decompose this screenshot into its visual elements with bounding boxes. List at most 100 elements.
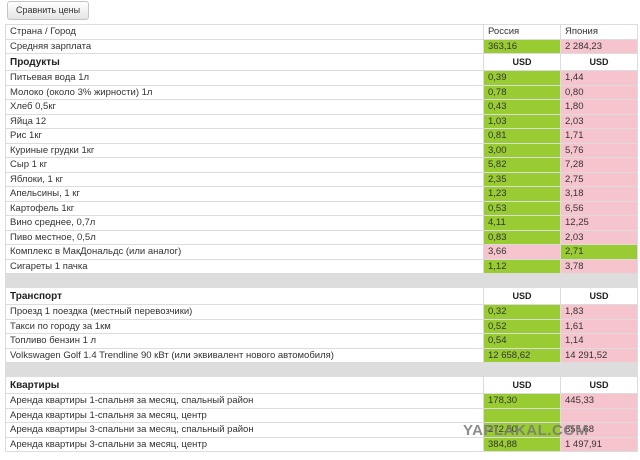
row-value-1: 384,88 bbox=[483, 436, 561, 452]
salary-value-2: 2 284,23 bbox=[560, 38, 638, 54]
section-currency-1: USD bbox=[483, 287, 561, 305]
row-label: Volkswagen Golf 1.4 Trendline 90 кВт (ил… bbox=[5, 347, 484, 363]
row-label: Куриные грудки 1кг bbox=[5, 142, 484, 158]
row-label: Топливо бензин 1 л bbox=[5, 333, 484, 349]
row-value-1: 3,00 bbox=[483, 142, 561, 158]
header-country-1: Россия bbox=[483, 24, 561, 40]
row-value-1: 1,03 bbox=[483, 113, 561, 129]
row-label: Аренда квартиры 3-спальни за месяц, цент… bbox=[5, 436, 484, 452]
row-value-1: 1,12 bbox=[483, 258, 561, 274]
table-row: Проезд 1 поездка (местный перевозчики) 0,… bbox=[5, 304, 638, 320]
toolbar: Сравнить цены bbox=[0, 0, 640, 22]
row-value-2: 1,61 bbox=[560, 318, 638, 334]
row-label: Комплекс в МакДональдс (или аналог) bbox=[5, 244, 484, 260]
row-value-2: 6,56 bbox=[560, 200, 638, 216]
section-currency-2: USD bbox=[560, 287, 638, 305]
row-value-2: 2,71 bbox=[560, 244, 638, 260]
row-label: Вино среднее, 0,7л bbox=[5, 215, 484, 231]
row-value-2: 7,28 bbox=[560, 157, 638, 173]
row-value-1: 0,54 bbox=[483, 333, 561, 349]
salary-value-1: 363,16 bbox=[483, 38, 561, 54]
table-row: Аренда квартиры 3-спальни за месяц, цент… bbox=[5, 436, 638, 452]
table-row: Рис 1кг 0,81 1,71 bbox=[5, 128, 638, 144]
watermark: YAPLAKAL.COM bbox=[463, 422, 589, 439]
table-row: Куриные грудки 1кг 3,00 5,76 bbox=[5, 142, 638, 158]
table-row: Пиво местное, 0,5л 0,83 2,03 bbox=[5, 229, 638, 245]
section-spacer bbox=[5, 362, 638, 377]
spacer-cell bbox=[483, 273, 561, 288]
section-currency-1: USD bbox=[483, 376, 561, 394]
table-row: Питьевая вода 1л 0,39 1,44 bbox=[5, 70, 638, 86]
row-label: Питьевая вода 1л bbox=[5, 70, 484, 86]
section-spacer bbox=[5, 273, 638, 288]
row-value-2: 2,03 bbox=[560, 229, 638, 245]
table-row: Апельсины, 1 кг 1,23 3,18 bbox=[5, 186, 638, 202]
row-value-1: 0,81 bbox=[483, 128, 561, 144]
section-currency-2: USD bbox=[560, 53, 638, 71]
row-value-2: 12,25 bbox=[560, 215, 638, 231]
row-label: Апельсины, 1 кг bbox=[5, 186, 484, 202]
row-value-2: 3,18 bbox=[560, 186, 638, 202]
row-value-1: 1,23 bbox=[483, 186, 561, 202]
row-value-2: 14 291,52 bbox=[560, 347, 638, 363]
row-value-2: 445,33 bbox=[560, 393, 638, 409]
table-row: Топливо бензин 1 л 0,54 1,14 bbox=[5, 333, 638, 349]
salary-label: Средняя зарплата bbox=[5, 38, 484, 54]
row-value-1: 0,32 bbox=[483, 304, 561, 320]
table-row: Картофель 1кг 0,53 6,56 bbox=[5, 200, 638, 216]
spacer-cell bbox=[5, 273, 484, 288]
table-row: Вино среднее, 0,7л 4,11 12,25 bbox=[5, 215, 638, 231]
table-row: Сигареты 1 пачка 1,12 3,78 bbox=[5, 258, 638, 274]
row-value-1: 0,78 bbox=[483, 84, 561, 100]
row-value-2: 2,03 bbox=[560, 113, 638, 129]
row-value-1: 0,39 bbox=[483, 70, 561, 86]
spacer-cell bbox=[560, 362, 638, 377]
row-label: Такси по городу за 1км bbox=[5, 318, 484, 334]
spacer-cell bbox=[5, 362, 484, 377]
row-label: Проезд 1 поездка (местный перевозчики) bbox=[5, 304, 484, 320]
table-body: Страна / Город Россия Япония Средняя зар… bbox=[5, 24, 638, 452]
row-value-2: 1 497,91 bbox=[560, 436, 638, 452]
row-value-1: 0,53 bbox=[483, 200, 561, 216]
row-value-1: 4,11 bbox=[483, 215, 561, 231]
row-value-2: 1,14 bbox=[560, 333, 638, 349]
table-row: Такси по городу за 1км 0,52 1,61 bbox=[5, 318, 638, 334]
row-value-1: 0,52 bbox=[483, 318, 561, 334]
table-row: Яблоки, 1 кг 2,35 2,75 bbox=[5, 171, 638, 187]
table-row: Сыр 1 кг 5,82 7,28 bbox=[5, 157, 638, 173]
table-row: Хлеб 0,5кг 0,43 1,80 bbox=[5, 99, 638, 115]
spacer-cell bbox=[560, 273, 638, 288]
table-row: Комплекс в МакДональдс (или аналог) 3,66 2… bbox=[5, 244, 638, 260]
table-row: Аренда квартиры 1-спальня за месяц, цент… bbox=[5, 407, 638, 423]
section-title: Квартиры bbox=[5, 376, 484, 394]
row-value-2: 2,75 bbox=[560, 171, 638, 187]
section-currency-2: USD bbox=[560, 376, 638, 394]
row-value-1: 0,83 bbox=[483, 229, 561, 245]
salary-row: Средняя зарплата 363,16 2 284,23 bbox=[5, 38, 638, 54]
row-label: Хлеб 0,5кг bbox=[5, 99, 484, 115]
table-row: Молоко (около 3% жирности) 1л 0,78 0,80 bbox=[5, 84, 638, 100]
section-header-row: Продукты USD USD bbox=[5, 53, 638, 71]
row-value-1: 12 658,62 bbox=[483, 347, 561, 363]
section-header-row: Квартиры USD USD bbox=[5, 376, 638, 394]
row-value-1: 178,30 bbox=[483, 393, 561, 409]
section-currency-1: USD bbox=[483, 53, 561, 71]
row-label: Аренда квартиры 1-спальня за месяц, спал… bbox=[5, 393, 484, 409]
row-label: Яйца 12 bbox=[5, 113, 484, 129]
table-row: Яйца 12 1,03 2,03 bbox=[5, 113, 638, 129]
compare-prices-button[interactable]: Сравнить цены bbox=[7, 1, 90, 20]
row-label: Аренда квартиры 3-спальни за месяц, спал… bbox=[5, 422, 484, 438]
price-comparison-table: Страна / Город Россия Япония Средняя зар… bbox=[5, 24, 638, 452]
row-value-2: 1,80 bbox=[560, 99, 638, 115]
row-value-2: 0,80 bbox=[560, 84, 638, 100]
row-value-2: 1,83 bbox=[560, 304, 638, 320]
header-row: Страна / Город Россия Япония bbox=[5, 24, 638, 40]
spacer-cell bbox=[483, 362, 561, 377]
section-title: Транспорт bbox=[5, 287, 484, 305]
section-title: Продукты bbox=[5, 53, 484, 71]
row-label: Аренда квартиры 1-спальня за месяц, цент… bbox=[5, 407, 484, 423]
row-label: Яблоки, 1 кг bbox=[5, 171, 484, 187]
row-label: Картофель 1кг bbox=[5, 200, 484, 216]
table-row: Аренда квартиры 1-спальня за месяц, спал… bbox=[5, 393, 638, 409]
section-header-row: Транспорт USD USD bbox=[5, 287, 638, 305]
